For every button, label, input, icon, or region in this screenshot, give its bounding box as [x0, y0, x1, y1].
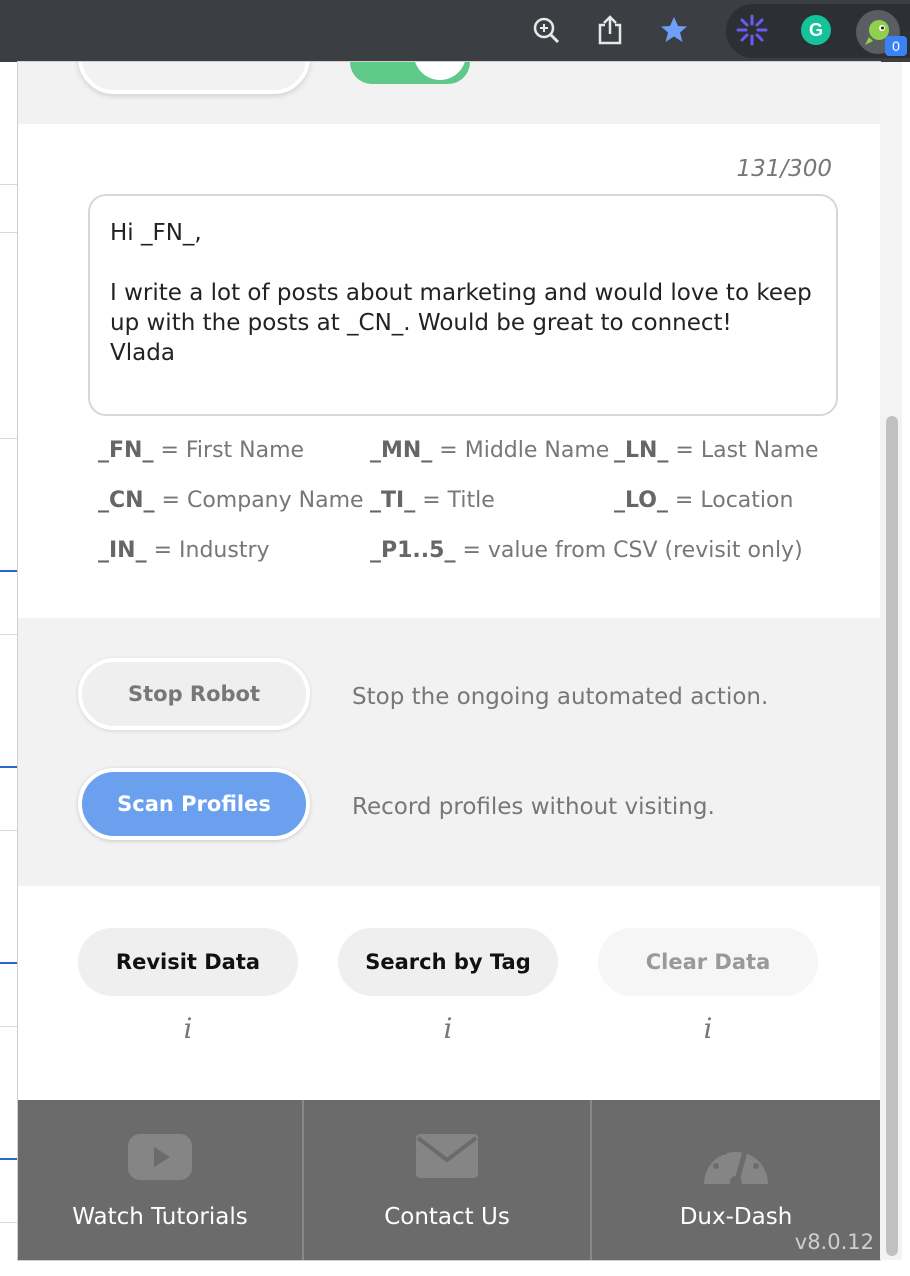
page-divider	[0, 830, 18, 831]
browser-toolbar: G 0	[0, 0, 910, 62]
popup-scrollbar-thumb[interactable]	[886, 416, 898, 1256]
bookmark-star-icon[interactable]	[658, 14, 690, 46]
page-underline	[0, 962, 18, 964]
placeholder-middle-name: _MN_ = Middle Name	[370, 438, 610, 463]
clear-data-info-icon[interactable]: i	[598, 1012, 818, 1045]
dashboard-gauge-icon	[702, 1134, 770, 1191]
toggle-knob	[414, 62, 466, 80]
watch-tutorials-label: Watch Tutorials	[72, 1204, 248, 1230]
placeholder-industry: _IN_ = Industry	[98, 538, 270, 563]
popup-footer: Watch Tutorials Contact Us Dux-Dash v8.0…	[18, 1100, 880, 1260]
revisit-data-button[interactable]: Revisit Data	[78, 928, 298, 996]
character-counter: 131/300	[736, 156, 832, 182]
page-divider	[0, 184, 18, 185]
placeholder-title: _TI_ = Title	[370, 488, 495, 513]
version-label: v8.0.12	[794, 1230, 874, 1254]
custom-message-toggle[interactable]	[350, 62, 470, 84]
contact-us-label: Contact Us	[384, 1204, 510, 1230]
contact-us-link[interactable]: Contact Us	[304, 1100, 592, 1260]
revisit-info-icon[interactable]: i	[78, 1012, 298, 1045]
page-divider	[0, 232, 18, 233]
share-icon[interactable]	[594, 14, 626, 46]
page-divider	[0, 1222, 18, 1223]
extensions-area: G	[726, 4, 910, 58]
page-divider	[0, 438, 18, 439]
page-divider	[0, 1026, 18, 1027]
top-options-section	[18, 62, 880, 124]
scan-profiles-button[interactable]: Scan Profiles	[78, 768, 310, 840]
page-divider	[0, 634, 18, 635]
svg-text:G: G	[809, 20, 823, 40]
underlying-page-right-edge	[902, 62, 910, 1276]
search-tag-info-icon[interactable]: i	[338, 1012, 558, 1045]
dux-soup-popup: 131/300 Hi _FN_, I write a lot of posts …	[18, 62, 880, 1260]
placeholder-csv-values: _P1..5_ = value from CSV (revisit only)	[370, 538, 803, 563]
grammarly-icon[interactable]: G	[800, 14, 832, 46]
underlying-page-edge	[0, 62, 20, 1276]
page-underline	[0, 570, 18, 572]
watch-tutorials-link[interactable]: Watch Tutorials	[18, 1100, 304, 1260]
visit-connect-button[interactable]	[78, 62, 310, 94]
placeholder-last-name: _LN_ = Last Name	[614, 438, 819, 463]
stop-robot-description: Stop the ongoing automated action.	[352, 684, 769, 710]
stop-robot-button[interactable]: Stop Robot	[78, 658, 310, 730]
extension-badge: 0	[885, 36, 907, 56]
zoom-in-icon[interactable]	[530, 14, 562, 46]
robot-controls-section: Stop Robot Stop the ongoing automated ac…	[18, 618, 880, 886]
connect-message-textarea[interactable]: Hi _FN_, I write a lot of posts about ma…	[88, 194, 838, 416]
page-underline	[0, 1158, 18, 1160]
envelope-icon	[416, 1134, 478, 1183]
dux-dash-label: Dux-Dash	[679, 1204, 793, 1230]
placeholder-company-name: _CN_ = Company Name	[98, 488, 364, 513]
page-underline	[0, 766, 18, 768]
placeholder-location: _LO_ = Location	[614, 488, 794, 513]
youtube-play-icon	[128, 1134, 192, 1185]
placeholder-first-name: _FN_ = First Name	[98, 438, 305, 463]
search-by-tag-button[interactable]: Search by Tag	[338, 928, 558, 996]
extension-sunburst-icon[interactable]	[736, 14, 768, 46]
dux-dash-link[interactable]: Dux-Dash v8.0.12	[592, 1100, 880, 1260]
clear-data-button[interactable]: Clear Data	[598, 928, 818, 996]
scan-profiles-description: Record profiles without visiting.	[352, 794, 715, 820]
